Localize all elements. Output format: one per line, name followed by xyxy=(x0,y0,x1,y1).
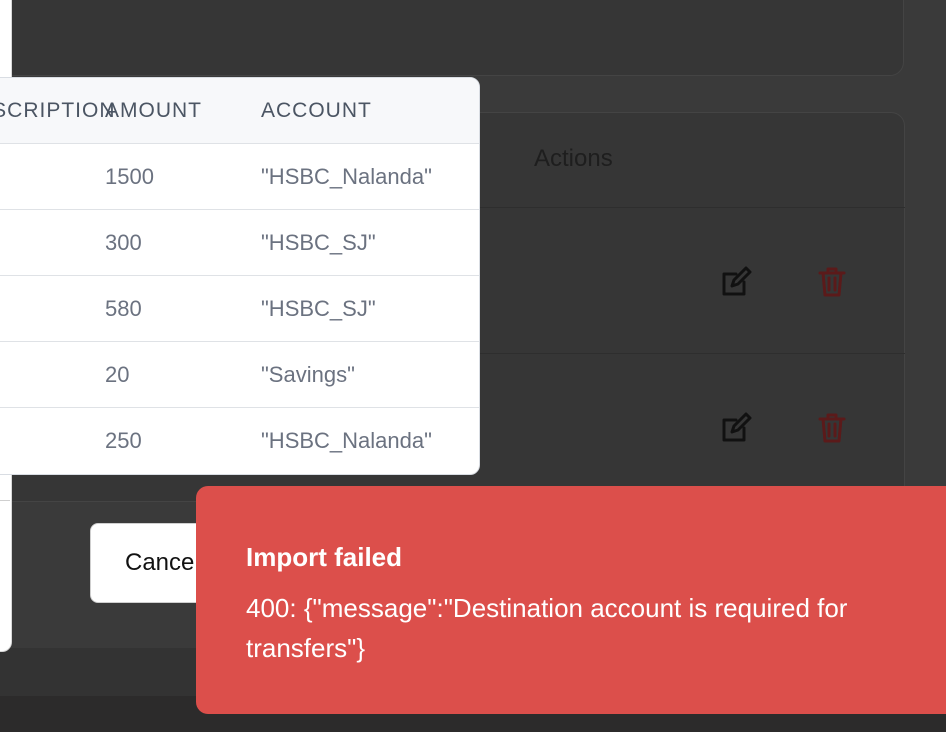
amount-cell: 20 xyxy=(105,362,130,387)
error-toast[interactable]: Import failed 400: {"message":"Destinati… xyxy=(196,486,946,714)
table-header-row: DESCRIPTION AMOUNT ACCOUNT xyxy=(0,78,479,144)
amount-cell: 580 xyxy=(105,296,142,321)
import-preview-table: DESCRIPTION AMOUNT ACCOUNT 1500 "HSBC_Na… xyxy=(0,77,480,475)
amount-column-header: AMOUNT xyxy=(105,99,202,122)
account-cell: "HSBC_Nalanda" xyxy=(261,164,432,189)
background-card xyxy=(0,0,904,76)
amount-cell: 250 xyxy=(105,428,142,453)
actions-column-header: Actions xyxy=(534,145,613,172)
edit-icon[interactable] xyxy=(720,411,752,445)
amount-cell: 1500 xyxy=(105,164,154,189)
table-row: 580 "HSBC_SJ" xyxy=(0,276,479,342)
amount-cell: 300 xyxy=(105,230,142,255)
description-column-header: DESCRIPTION xyxy=(0,99,116,122)
account-cell: "HSBC_SJ" xyxy=(261,230,376,255)
toast-title: Import failed xyxy=(246,542,403,572)
account-cell: "HSBC_Nalanda" xyxy=(261,428,432,453)
table-row: 250 "HSBC_Nalanda" xyxy=(0,408,479,474)
toast-message: 400: {"message":"Destination account is … xyxy=(246,593,848,663)
table-row: 1500 "HSBC_Nalanda" xyxy=(0,144,479,210)
edit-icon[interactable] xyxy=(720,265,752,299)
table-row: 300 "HSBC_SJ" xyxy=(0,210,479,276)
account-cell: "Savings" xyxy=(261,362,355,387)
modal-divider xyxy=(0,500,10,501)
account-column-header: ACCOUNT xyxy=(261,99,372,122)
account-cell: "HSBC_SJ" xyxy=(261,296,376,321)
trash-icon[interactable] xyxy=(816,265,848,299)
trash-icon[interactable] xyxy=(816,411,848,445)
table-row: 20 "Savings" xyxy=(0,342,479,408)
